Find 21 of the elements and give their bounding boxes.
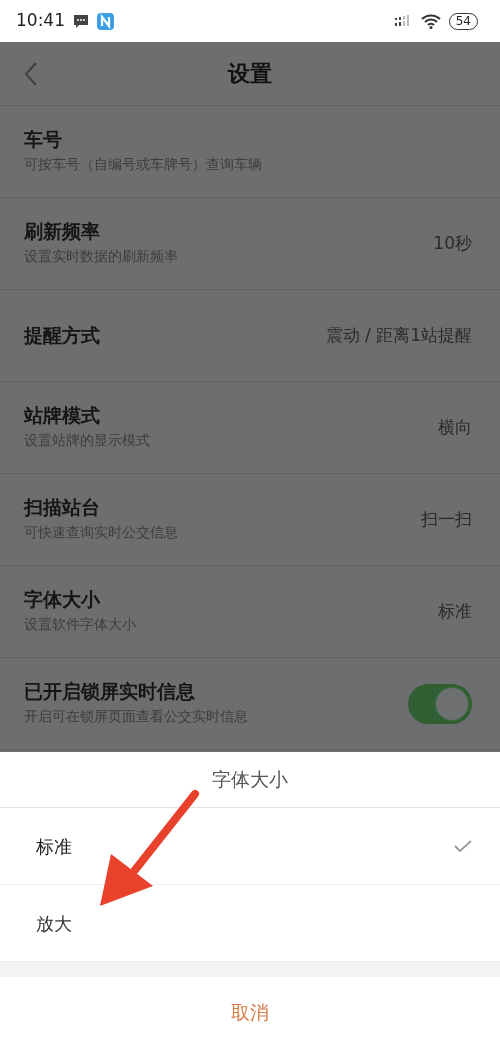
wifi-icon xyxy=(420,13,441,29)
setting-title: 提醒方式 xyxy=(24,324,101,347)
app-notification-icon xyxy=(97,12,114,30)
setting-title: 扫描站台 xyxy=(24,496,101,519)
status-time: 10:41 xyxy=(16,9,65,33)
setting-value[interactable]: 标准 xyxy=(438,598,472,625)
message-icon xyxy=(73,13,89,29)
setting-value[interactable]: 横向 xyxy=(438,414,472,441)
setting-value[interactable]: 震动 / 距离1站提醒 xyxy=(325,322,472,349)
setting-title: 站牌模式 xyxy=(24,404,101,427)
setting-value[interactable]: 10秒 xyxy=(433,230,472,257)
page-title: 设置 xyxy=(228,60,272,88)
setting-title: 刷新频率 xyxy=(24,220,101,243)
back-icon[interactable] xyxy=(24,62,38,86)
toggle-switch[interactable] xyxy=(408,683,472,724)
setting-title: 已开启锁屏实时信息 xyxy=(24,680,196,703)
sheet-title: 字体大小 xyxy=(212,767,288,793)
setting-title: 字体大小 xyxy=(24,588,101,611)
setting-title: 车号 xyxy=(24,128,63,151)
setting-value[interactable]: 扫一扫 xyxy=(421,506,472,533)
check-icon xyxy=(454,839,472,853)
